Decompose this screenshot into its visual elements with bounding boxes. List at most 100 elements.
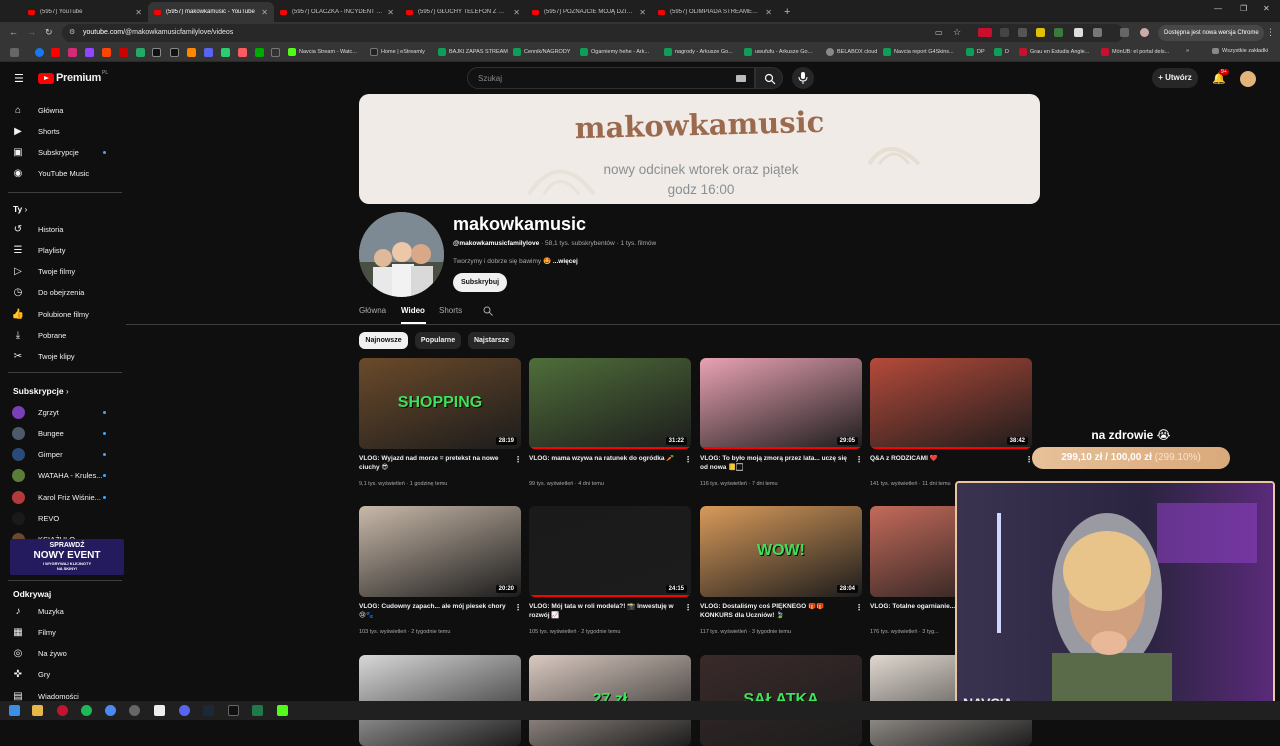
sidebar-item[interactable]: ◉ YouTube Music [12, 165, 120, 183]
sidebar-item[interactable]: ⌂ Główna [12, 101, 120, 119]
bookmark-icon[interactable] [119, 48, 128, 57]
sidebar-item[interactable]: ▷ Twoje filmy [12, 263, 120, 281]
bookmark-item[interactable]: Grau en Estudis Angle... [1019, 48, 1089, 56]
bookmark-item[interactable]: DP [966, 48, 985, 56]
facebook-icon[interactable] [35, 48, 44, 57]
cast-icon[interactable]: ▭ [935, 28, 943, 37]
discord-icon[interactable] [179, 705, 190, 716]
bookmark-item[interactable]: BAJKI ZAPAS STREAM [438, 48, 508, 56]
sidebar-item[interactable]: ◷ Do obejrzenia [12, 284, 120, 302]
back-icon[interactable]: ← [9, 27, 18, 37]
video-thumbnail[interactable]: 31:22 [529, 358, 691, 449]
tiktok-icon[interactable] [228, 705, 239, 716]
close-tab-icon[interactable]: ✕ [387, 8, 394, 17]
all-bookmarks-item[interactable]: Wszystkie zakładki [1212, 48, 1268, 54]
video-menu-icon[interactable]: ⋮ [514, 603, 522, 612]
youtube-icon[interactable] [51, 48, 60, 57]
sidebar-item[interactable]: ▦ Filmy [12, 623, 120, 641]
file-explorer-icon[interactable] [32, 705, 43, 716]
sidebar-subscription-item[interactable]: Zgrzyt [12, 403, 120, 421]
bookmark-item[interactable]: nagrody - Arkusze Go... [664, 48, 733, 56]
browser-tab[interactable]: (5957) POZNAJCIE MOJĄ DZIEWC... ✕ [526, 2, 652, 22]
profile-avatar-icon[interactable] [1140, 28, 1149, 37]
video-title[interactable]: VLOG: To było moją zmorą przez lata... u… [700, 455, 850, 472]
bookmark-icon[interactable] [238, 48, 247, 57]
voice-search-button[interactable] [792, 67, 814, 89]
account-avatar[interactable] [1240, 71, 1256, 87]
sidebar-item[interactable]: ✜ Gry [12, 666, 120, 684]
browser-tab[interactable]: (5957) makowkamusic - YouTube ✕ [148, 2, 274, 22]
bookmark-star-icon[interactable]: ☆ [953, 27, 961, 38]
sidebar-subscription-item[interactable]: REVO [12, 510, 120, 528]
extension-icon[interactable] [1036, 28, 1045, 37]
tiktok-icon[interactable] [170, 48, 179, 57]
video-title[interactable]: VLOG: Dostaliśmy coś PIĘKNEGO 🎁🎁 KONKURS… [700, 603, 850, 620]
browser-tab[interactable]: (5957) OLACZKA - INCYDENT KU... ✕ [274, 2, 400, 22]
bookmark-item[interactable]: MónUB: el portal dels... [1101, 48, 1169, 56]
video-title[interactable]: VLOG: Wyjazd nad morze = pretekst na now… [359, 455, 509, 472]
chip-popular[interactable]: Popularne [415, 332, 461, 349]
sidebar-item[interactable]: ♪ Muzyka [12, 602, 120, 620]
browser-tab[interactable]: (5957) YouTube ✕ [22, 2, 148, 22]
discord-icon[interactable] [204, 48, 213, 57]
channel-search-icon[interactable] [483, 306, 493, 316]
sidebar-item[interactable]: ⤓ Pobrane [12, 327, 120, 345]
close-tab-icon[interactable]: ✕ [513, 8, 520, 17]
app-icon[interactable] [154, 705, 165, 716]
video-thumbnail[interactable]: 24:15 [529, 506, 691, 597]
apps-icon[interactable] [10, 48, 19, 57]
kick-icon[interactable] [277, 705, 288, 716]
sidebar-item[interactable]: ☰ Playlisty [12, 241, 120, 259]
chip-oldest[interactable]: Najstarsze [468, 332, 515, 349]
minimize-icon[interactable]: — [1214, 4, 1222, 13]
search-input[interactable]: Szukaj [467, 67, 755, 89]
close-tab-icon[interactable]: ✕ [261, 8, 268, 17]
site-info-icon[interactable]: ⚙ [69, 28, 75, 36]
video-thumbnail[interactable]: WOW! 28:04 [700, 506, 862, 597]
video-menu-icon[interactable]: ⋮ [684, 455, 692, 464]
more-bookmarks-icon[interactable]: » [1186, 48, 1189, 54]
sidebar-subscription-item[interactable]: Bungee [12, 424, 120, 442]
tab-videos[interactable]: Wideo [401, 306, 425, 315]
instagram-icon[interactable] [68, 48, 77, 57]
event-promo-banner[interactable]: SPRAWDŹ NOWY EVENT I WYGRYWAJ KLEJNOTY N… [10, 539, 124, 575]
search-button[interactable] [755, 67, 783, 89]
close-tab-icon[interactable]: ✕ [639, 8, 646, 17]
twitch-icon[interactable] [85, 48, 94, 57]
video-thumbnail[interactable]: 20:20 [359, 506, 521, 597]
video-menu-icon[interactable]: ⋮ [514, 455, 522, 464]
browser-tab[interactable]: (5957) GŁUCHY TELEFON Z WYZW... ✕ [400, 2, 526, 22]
sidepanel-icon[interactable] [1120, 28, 1129, 37]
bookmark-item[interactable]: uwufufu - Arkusze Go... [744, 48, 812, 56]
video-thumbnail[interactable]: 38:42 [870, 358, 1032, 449]
bookmark-item[interactable]: BELABOX cloud [826, 48, 877, 56]
bookmark-icon[interactable] [221, 48, 230, 57]
bookmark-item[interactable]: Navcia Stream - Watc... [288, 48, 357, 56]
forward-icon[interactable]: → [27, 27, 36, 37]
bookmark-icon[interactable] [187, 48, 196, 57]
extensions-puzzle-icon[interactable] [1093, 28, 1102, 37]
sidebar-item[interactable]: ✂ Twoje klipy [12, 348, 120, 366]
sidebar-subscription-item[interactable]: Karol Friz Wiśnie... [12, 488, 120, 506]
bookmark-icon[interactable] [136, 48, 145, 57]
sidebar-item[interactable]: ↺ Historia [12, 220, 120, 238]
close-window-icon[interactable]: ✕ [1263, 4, 1270, 13]
create-button[interactable]: + Utwórz [1152, 68, 1198, 88]
channel-avatar[interactable] [359, 212, 444, 297]
extension-icon[interactable] [1074, 28, 1083, 37]
sidebar-item[interactable]: 👍 Polubione filmy [12, 305, 120, 323]
video-thumbnail[interactable]: 29:05 [700, 358, 862, 449]
sidebar-subscriptions-heading[interactable]: Subskrypcje › [13, 386, 69, 396]
video-thumbnail[interactable]: SHOPPING 28:19 [359, 358, 521, 449]
extension-icon[interactable] [978, 28, 992, 37]
reload-icon[interactable]: ↻ [45, 27, 53, 38]
bookmark-item[interactable]: Navcia report G4Skins... [883, 48, 954, 56]
steam-icon[interactable] [203, 705, 214, 716]
spotify-icon[interactable] [81, 705, 92, 716]
chrome-menu-icon[interactable]: ⋮ [1266, 27, 1275, 38]
youtube-premium-logo[interactable]: Premium PL [38, 70, 108, 84]
sidebar-item[interactable]: ▣ Subskrypcje [12, 144, 120, 162]
bookmark-icon[interactable] [102, 48, 111, 57]
sidebar-you-heading[interactable]: Ty › [13, 204, 27, 214]
chip-newest[interactable]: Najnowsze [359, 332, 408, 349]
